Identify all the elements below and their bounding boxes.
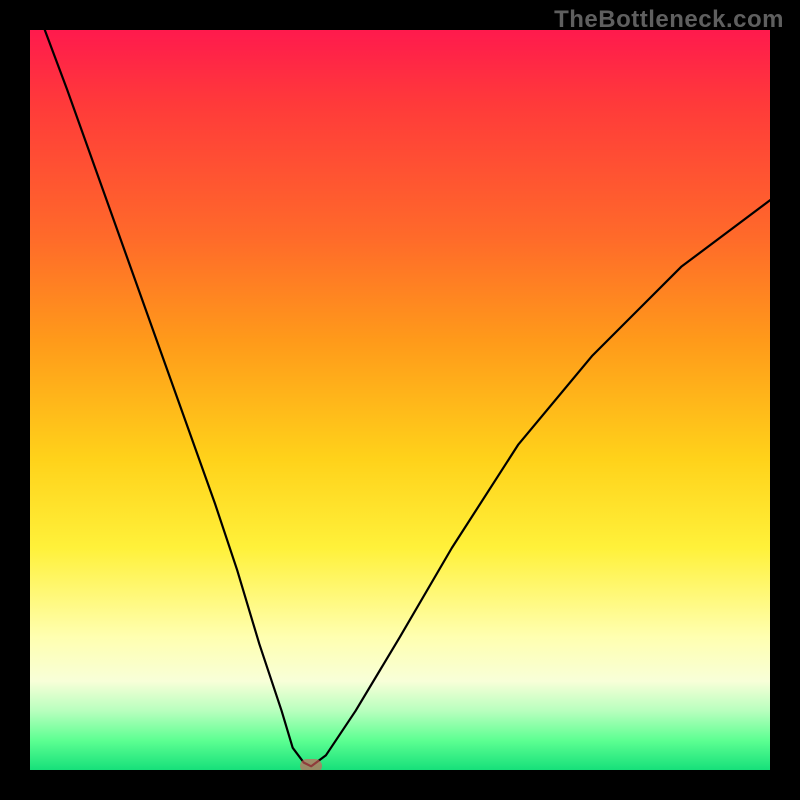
min-marker-icon [300, 759, 322, 770]
bottleneck-curve [45, 30, 770, 766]
curve-svg [30, 30, 770, 770]
watermark-text: TheBottleneck.com [554, 6, 784, 34]
plot-area [30, 30, 770, 770]
chart-stage: TheBottleneck.com [0, 0, 800, 800]
